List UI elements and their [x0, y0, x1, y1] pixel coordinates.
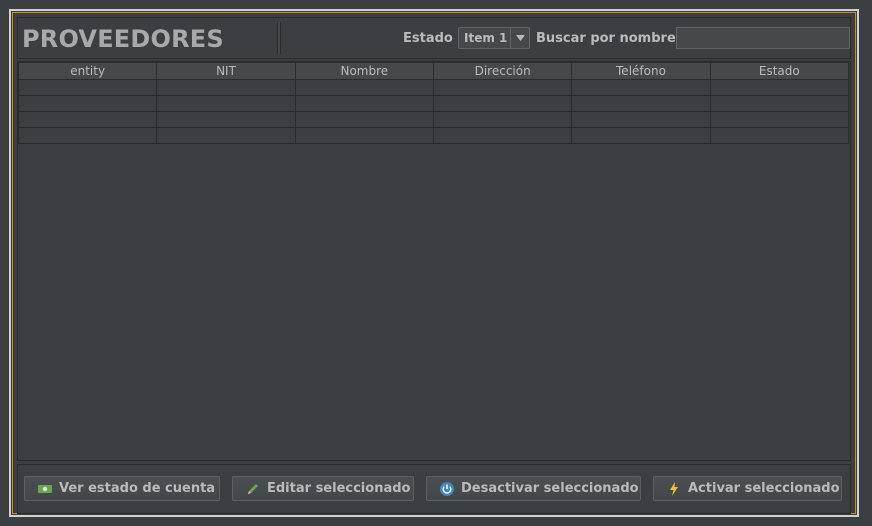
ver-estado-cuenta-label: Ver estado de cuenta	[59, 481, 216, 496]
ver-estado-cuenta-button[interactable]: Ver estado de cuenta	[24, 476, 220, 501]
table-cell[interactable]	[571, 95, 711, 112]
column-header-nombre[interactable]: Nombre	[294, 62, 434, 80]
table-body	[17, 79, 850, 144]
estado-select[interactable]: Item 1	[458, 27, 530, 49]
table-cell[interactable]	[17, 79, 158, 96]
header-divider	[277, 22, 281, 54]
table-cell[interactable]	[709, 127, 850, 144]
lightning-icon	[670, 481, 678, 496]
table-row[interactable]	[17, 127, 850, 144]
table-cell[interactable]	[432, 127, 573, 144]
desactivar-seleccionado-button[interactable]: Desactivar seleccionado	[426, 476, 641, 501]
pencil-icon	[248, 483, 258, 494]
window-frame: PROVEEDORES Estado Item 1 Buscar por nom…	[9, 9, 859, 517]
proveedores-table[interactable]: entity NIT Nombre Dirección Teléfono Est…	[17, 62, 850, 144]
table-row[interactable]	[17, 79, 850, 96]
chevron-down-icon	[516, 35, 525, 41]
estado-select-arrow[interactable]	[510, 28, 529, 48]
money-icon	[38, 484, 52, 493]
table-cell[interactable]	[156, 127, 296, 144]
column-header-telefono[interactable]: Teléfono	[571, 62, 711, 80]
table-row[interactable]	[17, 95, 850, 112]
table-cell[interactable]	[294, 127, 434, 144]
page-title: PROVEEDORES	[22, 25, 224, 53]
editar-seleccionado-label: Editar seleccionado	[267, 481, 411, 496]
table-cell[interactable]	[294, 95, 434, 112]
estado-select-value: Item 1	[464, 31, 508, 45]
table-cell[interactable]	[17, 127, 158, 144]
table-cell[interactable]	[432, 111, 573, 128]
activar-seleccionado-label: Activar seleccionado	[688, 481, 840, 496]
table-cell[interactable]	[156, 111, 296, 128]
table-cell[interactable]	[17, 111, 158, 128]
table-cell[interactable]	[571, 79, 711, 96]
table-cell[interactable]	[571, 111, 711, 128]
table-cell[interactable]	[709, 95, 850, 112]
desactivar-seleccionado-label: Desactivar seleccionado	[461, 481, 639, 496]
table-cell[interactable]	[156, 79, 296, 96]
header-bar: PROVEEDORES Estado Item 1 Buscar por nom…	[17, 17, 851, 59]
table-cell[interactable]	[709, 79, 850, 96]
buscar-label: Buscar por nombre	[536, 31, 676, 46]
estado-label: Estado	[403, 31, 453, 46]
proveedores-table-container: entity NIT Nombre Dirección Teléfono Est…	[17, 61, 851, 461]
column-header-direccion[interactable]: Dirección	[432, 62, 573, 80]
column-header-estado[interactable]: Estado	[709, 62, 850, 80]
power-icon	[440, 481, 454, 496]
table-cell[interactable]	[709, 111, 850, 128]
actions-bar: Ver estado de cuenta Editar seleccionado…	[17, 464, 851, 514]
column-header-entity[interactable]: entity	[17, 62, 158, 80]
table-cell[interactable]	[156, 95, 296, 112]
search-input[interactable]	[676, 27, 850, 49]
table-cell[interactable]	[17, 95, 158, 112]
table-cell[interactable]	[432, 79, 573, 96]
editar-seleccionado-button[interactable]: Editar seleccionado	[232, 476, 414, 501]
table-cell[interactable]	[571, 127, 711, 144]
table-cell[interactable]	[294, 111, 434, 128]
table-cell[interactable]	[294, 79, 434, 96]
activar-seleccionado-button[interactable]: Activar seleccionado	[653, 476, 842, 501]
table-cell[interactable]	[432, 95, 573, 112]
table-row[interactable]	[17, 111, 850, 128]
table-header-row: entity NIT Nombre Dirección Teléfono Est…	[17, 62, 850, 80]
column-header-nit[interactable]: NIT	[156, 62, 296, 80]
proveedores-panel: PROVEEDORES Estado Item 1 Buscar por nom…	[12, 12, 856, 514]
